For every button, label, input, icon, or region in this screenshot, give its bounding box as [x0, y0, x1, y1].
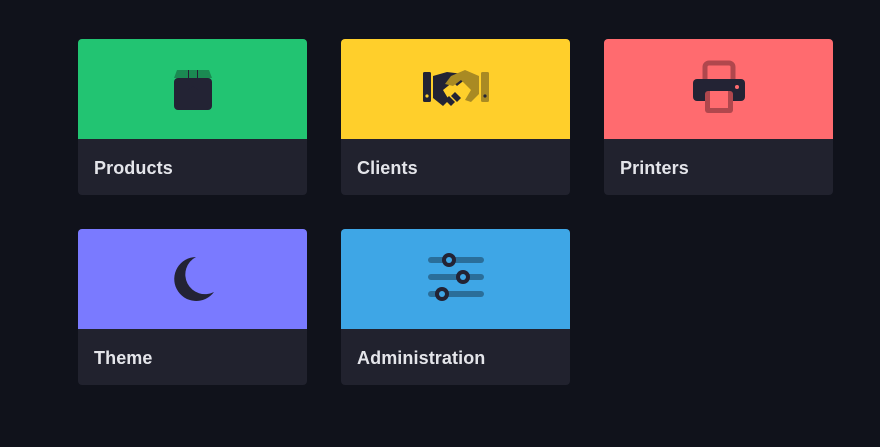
- tile-clients-footer: Clients: [341, 139, 570, 195]
- tile-printers[interactable]: Printers: [604, 39, 833, 195]
- tile-administration[interactable]: Administration: [341, 229, 570, 385]
- handshake-icon: [419, 64, 493, 114]
- tile-products-footer: Products: [78, 139, 307, 195]
- tile-products-header: [78, 39, 307, 139]
- sliders-icon: [426, 251, 486, 307]
- tile-theme-header: [78, 229, 307, 329]
- tile-products-label: Products: [94, 157, 173, 178]
- menu-grid: Products Clients Printers Theme Administ…: [78, 39, 833, 385]
- tile-printers-label: Printers: [620, 157, 689, 178]
- moon-icon: [168, 254, 218, 304]
- tile-clients-label: Clients: [357, 157, 418, 178]
- tile-printers-header: [604, 39, 833, 139]
- tile-theme[interactable]: Theme: [78, 229, 307, 385]
- tile-products[interactable]: Products: [78, 39, 307, 195]
- box-icon: [168, 64, 218, 114]
- tile-administration-label: Administration: [357, 347, 486, 368]
- tile-administration-header: [341, 229, 570, 329]
- tile-theme-footer: Theme: [78, 329, 307, 385]
- tile-clients[interactable]: Clients: [341, 39, 570, 195]
- tile-theme-label: Theme: [94, 347, 153, 368]
- printer-icon: [689, 59, 749, 119]
- tile-administration-footer: Administration: [341, 329, 570, 385]
- tile-printers-footer: Printers: [604, 139, 833, 195]
- tile-clients-header: [341, 39, 570, 139]
